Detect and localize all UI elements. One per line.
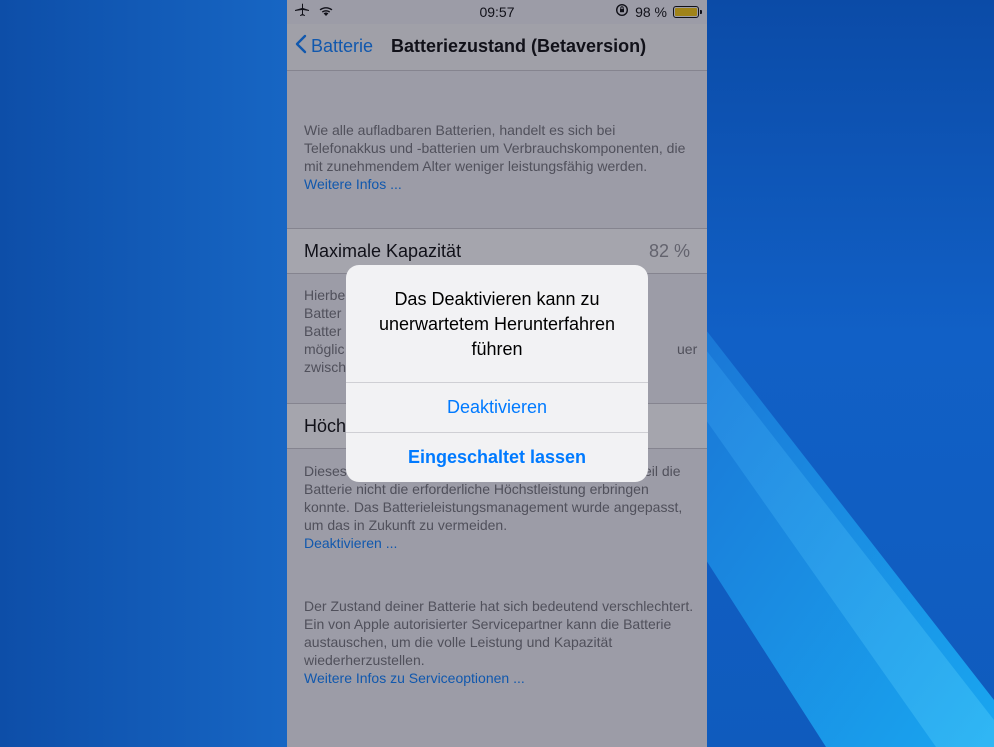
- wallpaper-streak: [706, 330, 994, 747]
- wallpaper-left-panel: [0, 0, 288, 747]
- deactivate-button[interactable]: Deaktivieren: [346, 382, 648, 431]
- alert-dialog: Das Deaktivieren kann zu unerwartetem He…: [346, 265, 648, 482]
- alert-message: Das Deaktivieren kann zu unerwartetem He…: [378, 289, 616, 359]
- keep-enabled-button[interactable]: Eingeschaltet lassen: [346, 432, 648, 481]
